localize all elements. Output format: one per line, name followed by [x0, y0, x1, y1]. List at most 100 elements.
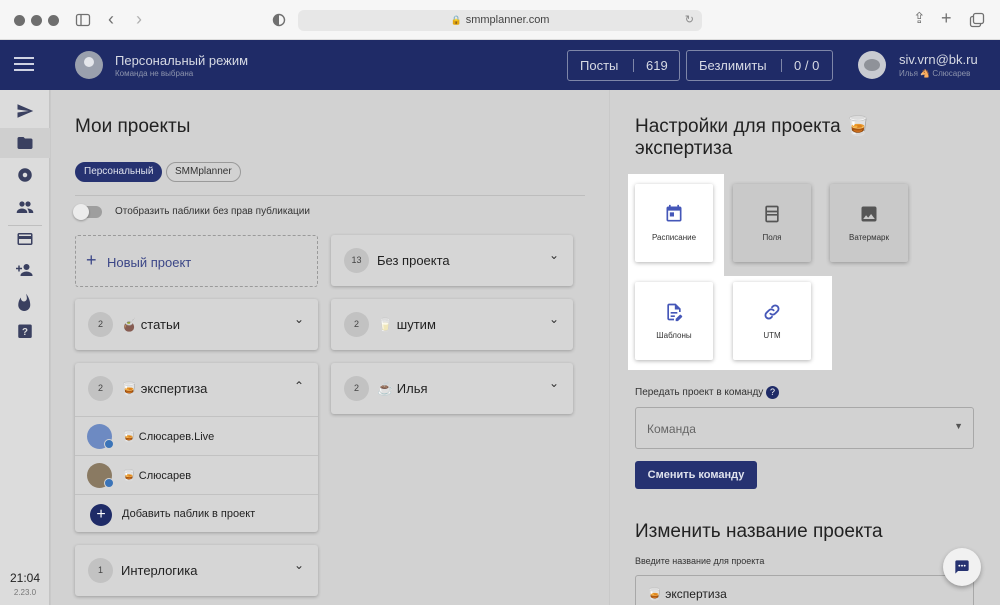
link-icon	[764, 304, 780, 320]
help-icon: ?	[18, 324, 32, 338]
channel-name: 🥃 Слюсарев	[122, 470, 192, 482]
image-icon	[861, 206, 877, 222]
back-icon[interactable]: ‹	[108, 10, 114, 28]
book-icon	[765, 205, 779, 223]
project-count: 1	[88, 558, 113, 583]
rename-title: Изменить название проекта	[635, 521, 883, 542]
chevron-up-icon[interactable]: ⌃	[294, 379, 304, 393]
address-bar[interactable]: 🔒 smmplanner.com ↻	[298, 10, 702, 31]
change-team-button[interactable]: Сменить команду	[635, 461, 757, 489]
schedule-card[interactable]: Расписание	[635, 184, 713, 262]
reload-icon[interactable]: ↻	[685, 10, 694, 31]
add-public-row[interactable]: + Добавить паблик в проект	[75, 494, 318, 533]
project-count: 2	[88, 376, 113, 401]
mode-title[interactable]: Персональный режим	[115, 53, 248, 68]
project-name: 🧉 статьи	[121, 317, 181, 332]
limits-count: 0 / 0	[794, 58, 820, 73]
project-count: 2	[88, 312, 113, 337]
sidebar-item-billing[interactable]	[0, 224, 50, 254]
chevron-down-icon[interactable]: ⌄	[549, 312, 559, 326]
project-card-interlogika[interactable]: 1 Интерлогика ⌄	[75, 545, 318, 596]
forward-icon[interactable]: ›	[136, 10, 142, 28]
sidebar-item-team[interactable]	[0, 192, 50, 222]
help-icon[interactable]: ?	[766, 386, 779, 399]
fields-card[interactable]: Поля	[733, 184, 811, 262]
project-card-no-project[interactable]: 13 Без проекта ⌄	[331, 235, 573, 286]
team-select[interactable]: Команда ▼	[635, 407, 974, 449]
team-avatar[interactable]	[75, 51, 103, 79]
new-tab-icon[interactable]: +	[941, 9, 952, 27]
zoom-window-dot[interactable]	[48, 15, 59, 26]
project-name: Без проекта	[377, 253, 450, 268]
project-name-input[interactable]: 🥃 экспертиза	[635, 575, 974, 605]
user-email[interactable]: siv.vrn@bk.ru	[899, 52, 978, 67]
new-project-label: Новый проект	[107, 255, 192, 270]
divider	[75, 195, 585, 196]
browser-toolbar: ‹ › 🔒 smmplanner.com ↻ ⇪ +	[0, 0, 1000, 40]
menu-icon[interactable]	[14, 57, 34, 73]
project-card-articles[interactable]: 2 🧉 статьи ⌄	[75, 299, 318, 350]
project-name: Интерлогика	[121, 563, 198, 578]
telegram-icon	[104, 439, 114, 449]
app-header: Персональный режим Команда не выбрана По…	[0, 40, 1000, 90]
minimize-window-dot[interactable]	[31, 15, 42, 26]
sidebar-item-hot[interactable]	[0, 287, 50, 317]
watermark-label: Ватермарк	[849, 233, 889, 242]
channel-row[interactable]: 🥃 Слюсарев	[75, 455, 318, 494]
sidebar-item-help[interactable]: ?	[0, 317, 50, 347]
project-name: 🥃 экспертиза	[121, 381, 208, 396]
filter-personal[interactable]: Персональный	[75, 162, 163, 182]
show-publics-toggle[interactable]	[73, 204, 102, 220]
channel-row[interactable]: 🥃 Слюсарев.Live	[75, 416, 318, 455]
settings-title: Настройки для проекта 🥃 экспертиза	[635, 116, 870, 159]
filter-smmplanner[interactable]: SMMplanner	[166, 162, 241, 182]
add-public-label: Добавить паблик в проект	[122, 508, 256, 520]
utm-card[interactable]: UTM	[733, 282, 811, 360]
lock-icon: 🔒	[450, 15, 462, 25]
document-edit-icon	[667, 303, 683, 322]
limits-counter[interactable]: Безлимиты 0 / 0	[686, 50, 833, 81]
sidebar-item-invite[interactable]	[0, 255, 50, 285]
rename-label: Введите название для проекта	[635, 556, 765, 566]
chevron-down-icon[interactable]: ⌄	[549, 248, 559, 262]
app-version: 2.23.0	[13, 588, 37, 597]
project-name: ☕ Илья	[377, 381, 428, 396]
fields-label: Поля	[762, 233, 782, 242]
add-icon: +	[90, 504, 112, 526]
chevron-down-icon[interactable]: ⌄	[294, 312, 304, 326]
watermark-card[interactable]: Ватермарк	[830, 184, 908, 262]
sidebar-toggle-icon[interactable]	[75, 12, 91, 28]
sidebar-item-accounts[interactable]	[0, 160, 50, 190]
utm-label: UTM	[763, 331, 781, 340]
url-text: smmplanner.com	[465, 14, 550, 26]
posts-label: Посты	[580, 58, 619, 73]
team-subtitle: Команда не выбрана	[115, 69, 194, 78]
add-person-icon	[16, 264, 33, 276]
close-window-dot[interactable]	[14, 15, 25, 26]
posts-counter[interactable]: Посты 619	[567, 50, 680, 81]
user-name: Илья 🐴 Слюсарев	[899, 69, 971, 78]
globe-icon	[18, 168, 32, 182]
sidebar-item-posts[interactable]	[0, 96, 50, 126]
sidebar-item-projects[interactable]	[0, 128, 50, 158]
templates-card[interactable]: Шаблоны	[635, 282, 713, 360]
chevron-down-icon[interactable]: ⌄	[549, 376, 559, 390]
user-avatar[interactable]	[858, 51, 886, 79]
people-icon	[16, 201, 34, 213]
team-select-placeholder: Команда	[647, 422, 696, 436]
calendar-icon	[666, 204, 682, 222]
shield-icon[interactable]	[272, 13, 286, 27]
page-title: Мои проекты	[75, 116, 191, 137]
chevron-down-icon[interactable]: ⌄	[294, 558, 304, 572]
chat-button[interactable]	[943, 548, 981, 586]
new-project-button[interactable]: + Новый проект	[75, 235, 318, 287]
tab-overview-icon[interactable]	[969, 12, 985, 28]
share-icon[interactable]: ⇪	[913, 11, 926, 27]
plus-icon: +	[86, 250, 97, 270]
project-count: 2	[344, 376, 369, 401]
credit-card-icon	[17, 233, 33, 245]
project-card-ilya[interactable]: 2 ☕ Илья ⌄	[331, 363, 573, 414]
svg-text:?: ?	[22, 327, 28, 338]
project-card-jokes[interactable]: 2 🥛 шутим ⌄	[331, 299, 573, 350]
clock-time: 21:04	[9, 571, 41, 585]
